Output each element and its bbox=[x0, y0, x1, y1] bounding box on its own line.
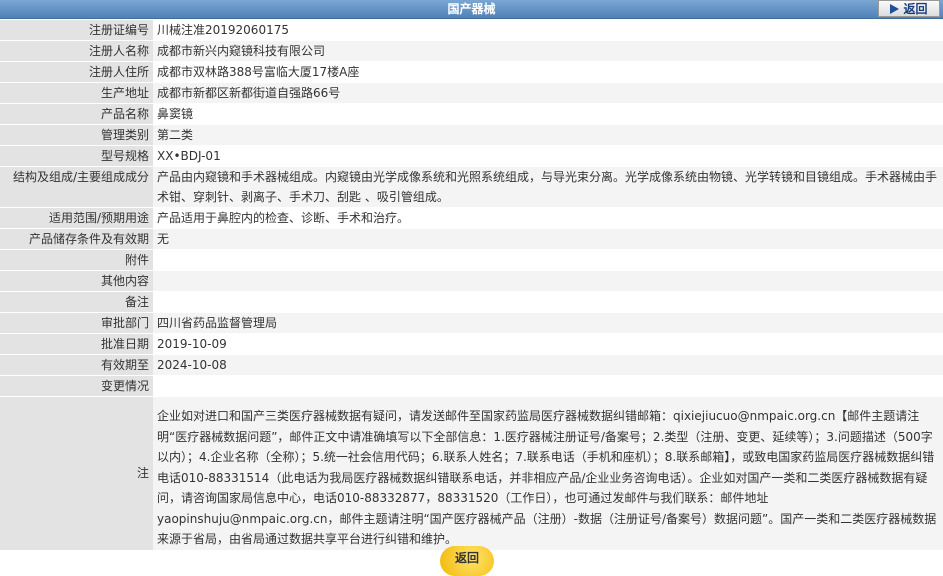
table-row: 生产地址 成都市新都区新都街道自强路66号 bbox=[0, 82, 943, 104]
field-label: 注册人住所 bbox=[0, 61, 153, 83]
title-bar: 国产器械 返回 bbox=[0, 0, 943, 19]
field-value: 成都市新兴内窥镜科技有限公司 bbox=[153, 40, 943, 62]
table-row: 产品名称 鼻窦镜 bbox=[0, 103, 943, 125]
field-label: 产品名称 bbox=[0, 103, 153, 125]
field-label: 型号规格 bbox=[0, 145, 153, 167]
page-title: 国产器械 bbox=[447, 2, 496, 16]
field-label: 管理类别 bbox=[0, 124, 153, 146]
note-text: 企业如对进口和国产三类医疗器械数据有疑问，请发送邮件至国家药监局医疗器械数据纠错… bbox=[157, 409, 937, 546]
field-value bbox=[153, 375, 943, 397]
field-value: 鼻窦镜 bbox=[153, 103, 943, 125]
field-label: 附件 bbox=[0, 249, 153, 271]
field-value: 成都市新都区新都街道自强路66号 bbox=[153, 82, 943, 104]
field-value: 川械注准20192060175 bbox=[153, 20, 943, 41]
table-row: 备注 bbox=[0, 291, 943, 313]
field-value: 第二类 bbox=[153, 124, 943, 146]
table-row: 管理类别 第二类 bbox=[0, 124, 943, 146]
field-value: 产品由内窥镜和手术器械组成。内窥镜由光学成像系统和光照系统组成，与导光束分离。光… bbox=[153, 166, 943, 208]
table-row: 注册人住所 成都市双林路388号富临大厦17楼A座 bbox=[0, 61, 943, 83]
field-label: 审批部门 bbox=[0, 312, 153, 334]
table-row: 型号规格 XX•BDJ-01 bbox=[0, 145, 943, 167]
field-label: 其他内容 bbox=[0, 270, 153, 292]
field-value: 成都市双林路388号富临大厦17楼A座 bbox=[153, 61, 943, 83]
table-row: 适用范围/预期用途 产品适用于鼻腔内的检查、诊断、手术和治疗。 bbox=[0, 207, 943, 229]
note-value: 企业如对进口和国产三类医疗器械数据有疑问，请发送邮件至国家药监局医疗器械数据纠错… bbox=[153, 396, 943, 551]
table-row: 产品储存条件及有效期 无 bbox=[0, 228, 943, 250]
table-row: 注册人名称 成都市新兴内窥镜科技有限公司 bbox=[0, 40, 943, 62]
table-row: 变更情况 bbox=[0, 375, 943, 397]
field-label: 注册人名称 bbox=[0, 40, 153, 62]
field-value: 四川省药品监督管理局 bbox=[153, 312, 943, 334]
field-label: 适用范围/预期用途 bbox=[0, 207, 153, 229]
table-row: 结构及组成/主要组成成分 产品由内窥镜和手术器械组成。内窥镜由光学成像系统和光照… bbox=[0, 166, 943, 208]
field-label: 产品储存条件及有效期 bbox=[0, 228, 153, 250]
table-row: 注册证编号 川械注准20192060175 bbox=[0, 20, 943, 41]
field-label: 变更情况 bbox=[0, 375, 153, 397]
table-row: 其他内容 bbox=[0, 270, 943, 292]
table-row: 有效期至 2024-10-08 bbox=[0, 354, 943, 376]
field-label: 备注 bbox=[0, 291, 153, 313]
device-info-table: 注册证编号 川械注准20192060175 注册人名称 成都市新兴内窥镜科技有限… bbox=[0, 20, 943, 551]
back-button-top[interactable]: 返回 bbox=[878, 0, 940, 17]
field-label: 生产地址 bbox=[0, 82, 153, 104]
field-value: 2019-10-09 bbox=[153, 333, 943, 355]
field-label: 有效期至 bbox=[0, 354, 153, 376]
field-label: 批准日期 bbox=[0, 333, 153, 355]
field-value bbox=[153, 291, 943, 313]
field-label: 注册证编号 bbox=[0, 20, 153, 41]
field-value: 无 bbox=[153, 228, 943, 250]
table-row: 附件 bbox=[0, 249, 943, 271]
field-value: 2024-10-08 bbox=[153, 354, 943, 376]
back-button-bottom-label: 返回 bbox=[454, 551, 479, 565]
back-button-bottom[interactable]: 返回 bbox=[440, 546, 494, 576]
arrow-right-icon bbox=[890, 3, 900, 14]
field-value bbox=[153, 270, 943, 292]
table-row: 审批部门 四川省药品监督管理局 bbox=[0, 312, 943, 334]
back-button-label: 返回 bbox=[903, 2, 928, 16]
field-label: 结构及组成/主要组成成分 bbox=[0, 166, 153, 208]
field-value: XX•BDJ-01 bbox=[153, 145, 943, 167]
note-label: 注 bbox=[0, 396, 153, 551]
table-row: 批准日期 2019-10-09 bbox=[0, 333, 943, 355]
field-value: 产品适用于鼻腔内的检查、诊断、手术和治疗。 bbox=[153, 207, 943, 229]
field-value bbox=[153, 249, 943, 271]
note-row: 注 企业如对进口和国产三类医疗器械数据有疑问，请发送邮件至国家药监局医疗器械数据… bbox=[0, 396, 943, 551]
